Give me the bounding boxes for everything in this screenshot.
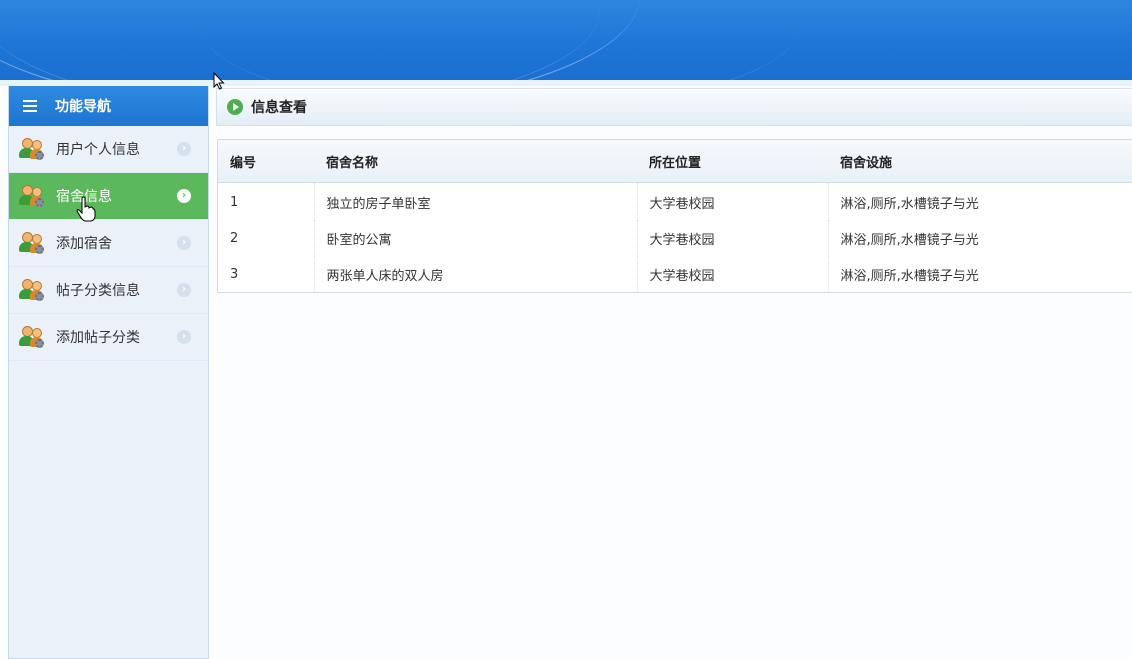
mouse-cursor-icon bbox=[213, 72, 225, 90]
list-icon bbox=[23, 97, 39, 115]
sidebar-item-post-category[interactable]: 帖子分类信息 › bbox=[9, 267, 208, 314]
chevron-right-icon: › bbox=[177, 236, 191, 250]
table-row[interactable]: 3 两张单人床的双人房 大学巷校园 淋浴,厕所,水槽镜子与光 bbox=[218, 256, 1132, 292]
column-header-location: 所在位置 bbox=[637, 140, 828, 183]
table-header-row: 编号 宿舍名称 所在位置 宿舍设施 bbox=[218, 140, 1132, 183]
panel-header: 信息查看 bbox=[216, 88, 1132, 126]
chevron-right-icon: › bbox=[177, 283, 191, 297]
users-gear-icon bbox=[19, 325, 45, 349]
cell-facilities: 淋浴,厕所,水槽镜子与光 bbox=[827, 256, 1132, 292]
header-banner bbox=[0, 0, 1132, 80]
chevron-right-icon: › bbox=[177, 330, 191, 344]
sidebar-item-label: 帖子分类信息 bbox=[56, 283, 140, 299]
hand-cursor-icon bbox=[76, 196, 96, 222]
sidebar-item-label: 用户个人信息 bbox=[56, 142, 140, 158]
sidebar-item-label: 添加帖子分类 bbox=[56, 330, 140, 346]
sidebar-item-dorm-info[interactable]: 宿舍信息 › bbox=[9, 173, 208, 220]
chevron-right-icon: › bbox=[177, 142, 191, 156]
panel-title: 信息查看 bbox=[251, 100, 307, 116]
sidebar-item-add-post-category[interactable]: 添加帖子分类 › bbox=[9, 314, 208, 361]
cell-name: 卧室的公寓 bbox=[313, 220, 637, 256]
column-header-name: 宿舍名称 bbox=[314, 140, 637, 183]
sidebar: 功能导航 用户个人信息 › 宿舍信息 › 添加宿舍 › 帖子分类信息 › 添加帖… bbox=[8, 86, 209, 659]
column-header-id: 编号 bbox=[218, 140, 314, 183]
sidebar-item-add-dorm[interactable]: 添加宿舍 › bbox=[9, 220, 208, 267]
cell-id: 2 bbox=[230, 230, 239, 246]
column-header-facilities: 宿舍设施 bbox=[828, 140, 1132, 183]
users-gear-icon bbox=[19, 137, 45, 161]
users-gear-icon bbox=[19, 184, 45, 208]
dorm-table: 编号 宿舍名称 所在位置 宿舍设施 1 独立的房子单卧室 大学巷校园 淋浴,厕所… bbox=[217, 139, 1132, 293]
users-gear-icon bbox=[19, 231, 45, 255]
cell-id: 3 bbox=[230, 266, 239, 282]
cell-id: 1 bbox=[230, 194, 239, 210]
chevron-right-icon: › bbox=[177, 189, 191, 203]
users-gear-icon bbox=[19, 278, 45, 302]
nav-header: 功能导航 bbox=[9, 86, 208, 126]
nav-title: 功能导航 bbox=[55, 99, 111, 115]
cell-facilities: 淋浴,厕所,水槽镜子与光 bbox=[827, 182, 1132, 220]
sidebar-item-label: 添加宿舍 bbox=[56, 236, 112, 252]
table-row[interactable]: 1 独立的房子单卧室 大学巷校园 淋浴,厕所,水槽镜子与光 bbox=[218, 182, 1132, 220]
cell-facilities: 淋浴,厕所,水槽镜子与光 bbox=[827, 220, 1132, 256]
cell-name: 两张单人床的双人房 bbox=[313, 256, 637, 292]
cell-location: 大学巷校园 bbox=[636, 182, 828, 220]
play-circle-icon bbox=[227, 99, 243, 115]
cell-name: 独立的房子单卧室 bbox=[313, 182, 637, 220]
sidebar-item-user-info[interactable]: 用户个人信息 › bbox=[9, 126, 208, 173]
cell-location: 大学巷校园 bbox=[636, 220, 828, 256]
table-row[interactable]: 2 卧室的公寓 大学巷校园 淋浴,厕所,水槽镜子与光 bbox=[218, 220, 1132, 256]
cell-location: 大学巷校园 bbox=[636, 256, 828, 292]
